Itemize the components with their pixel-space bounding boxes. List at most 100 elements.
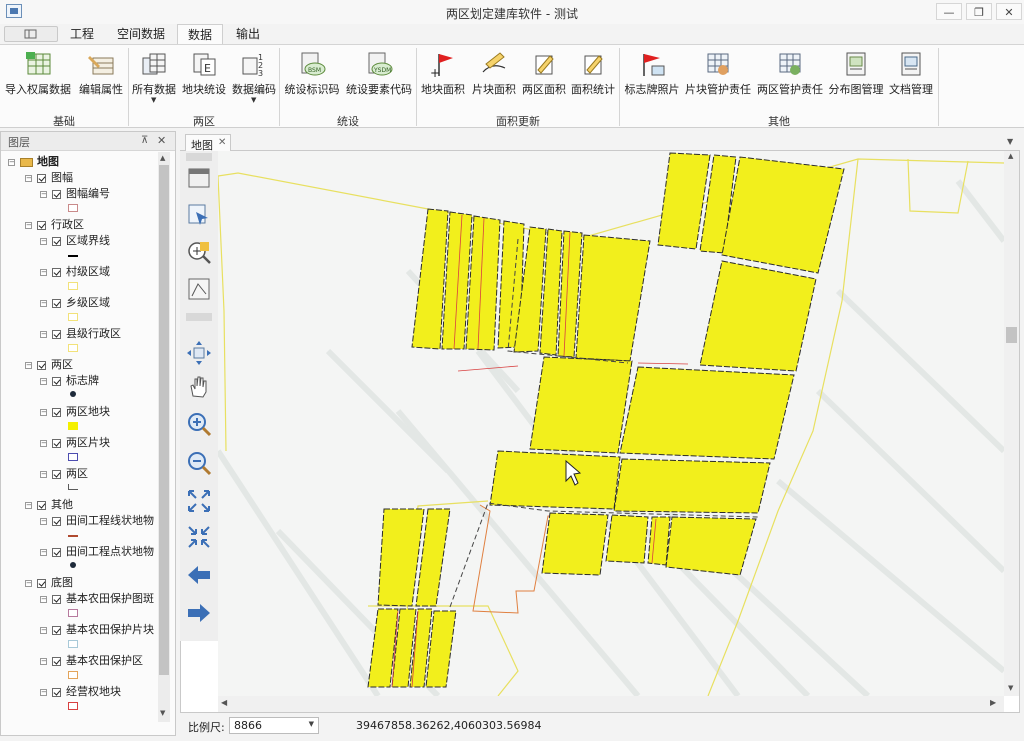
- layer-visibility-checkbox[interactable]: [52, 657, 61, 666]
- scale-select[interactable]: 8866 ▼: [229, 717, 319, 734]
- parcel[interactable]: [575, 234, 651, 362]
- measure-icon[interactable]: [186, 276, 212, 302]
- collapse-icon[interactable]: −: [40, 658, 47, 665]
- map-vertical-scrollbar[interactable]: [1004, 151, 1019, 696]
- tab-project[interactable]: 工程: [62, 24, 102, 44]
- application-menu-button[interactable]: [4, 26, 58, 42]
- layer-visibility-checkbox[interactable]: [52, 377, 61, 386]
- parcel[interactable]: [529, 356, 633, 454]
- parcel[interactable]: [721, 156, 845, 274]
- tab-spatial-data[interactable]: 空间数据: [112, 24, 170, 44]
- layer-item[interactable]: − 两区: [0, 466, 158, 482]
- layer-group[interactable]: − 两区: [0, 357, 158, 373]
- full-extent-icon[interactable]: [186, 165, 212, 191]
- layer-visibility-checkbox[interactable]: [52, 470, 61, 479]
- zoom-in-icon[interactable]: [186, 411, 212, 437]
- zone-duty-button[interactable]: 两区管护责任: [757, 48, 823, 100]
- pan-center-icon[interactable]: [186, 340, 212, 366]
- collapse-icon[interactable]: −: [40, 409, 47, 416]
- collapse-icon[interactable]: −: [40, 238, 47, 245]
- area-stats-button[interactable]: 面积统计: [570, 48, 616, 100]
- layer-visibility-checkbox[interactable]: [52, 299, 61, 308]
- fixed-zoom-in-icon[interactable]: [186, 488, 212, 514]
- layer-item[interactable]: − 图幅编号: [0, 186, 158, 202]
- collapse-icon[interactable]: −: [25, 502, 32, 509]
- map-horizontal-scrollbar[interactable]: [218, 696, 1004, 712]
- edit-attribute-button[interactable]: 编辑属性: [76, 48, 126, 100]
- scroll-up-icon[interactable]: ▲: [160, 154, 165, 162]
- map-scroll-left-icon[interactable]: ◀: [221, 698, 227, 707]
- collapse-icon[interactable]: −: [40, 269, 47, 276]
- map-tab[interactable]: 地图 ✕: [185, 134, 231, 152]
- map-scroll-up-icon[interactable]: ▲: [1008, 152, 1013, 160]
- minimize-button[interactable]: —: [936, 3, 962, 20]
- layer-item[interactable]: − 乡级区域: [0, 295, 158, 311]
- map-tab-dropdown-icon[interactable]: ▼: [1007, 137, 1013, 146]
- zone-area-button[interactable]: 两区面积: [521, 48, 567, 100]
- parcel-area-button[interactable]: + 地块面积: [420, 48, 466, 100]
- layer-visibility-checkbox[interactable]: [52, 237, 61, 246]
- collapse-icon[interactable]: −: [25, 580, 32, 587]
- collapse-icon[interactable]: −: [25, 222, 32, 229]
- tab-output[interactable]: 输出: [228, 24, 268, 44]
- tab-data[interactable]: 数据: [177, 24, 223, 44]
- parcel[interactable]: [489, 450, 621, 510]
- layer-group[interactable]: − 其他: [0, 497, 158, 513]
- layer-item[interactable]: − 田间工程线状地物: [0, 513, 158, 529]
- import-ownership-button[interactable]: 导入权属数据: [5, 48, 71, 100]
- map-scroll-down-icon[interactable]: ▼: [1008, 684, 1013, 692]
- layer-item[interactable]: − 两区地块: [0, 404, 158, 420]
- layer-visibility-checkbox[interactable]: [52, 548, 61, 557]
- pan-hand-icon[interactable]: [186, 374, 212, 400]
- layer-visibility-checkbox[interactable]: [37, 221, 46, 230]
- layer-visibility-checkbox[interactable]: [52, 595, 61, 604]
- map-tab-close-icon[interactable]: ✕: [218, 137, 226, 148]
- layer-item[interactable]: − 标志牌: [0, 373, 158, 389]
- layer-item[interactable]: − 基本农田保护图斑: [0, 591, 158, 607]
- collapse-icon[interactable]: −: [40, 191, 47, 198]
- data-encode-button[interactable]: 1 2 3 数据编码 ▼: [231, 48, 277, 104]
- all-data-button[interactable]: 所有数据 ▼: [131, 48, 177, 104]
- layer-item[interactable]: − 基本农田保护片块: [0, 622, 158, 638]
- collapse-icon[interactable]: −: [40, 549, 47, 556]
- collapse-icon[interactable]: −: [8, 159, 15, 166]
- layer-visibility-checkbox[interactable]: [37, 361, 46, 370]
- collapse-icon[interactable]: −: [40, 518, 47, 525]
- collapse-icon[interactable]: −: [40, 440, 47, 447]
- back-arrow-icon[interactable]: [186, 562, 212, 588]
- layer-item[interactable]: − 村级区域: [0, 264, 158, 280]
- layer-group[interactable]: − 底图: [0, 575, 158, 591]
- layer-visibility-checkbox[interactable]: [52, 626, 61, 635]
- layer-visibility-checkbox[interactable]: [52, 330, 61, 339]
- sign-photo-button[interactable]: 标志牌照片: [624, 48, 680, 100]
- map-canvas[interactable]: [218, 151, 1004, 696]
- scroll-down-icon[interactable]: ▼: [160, 709, 165, 717]
- block-area-button[interactable]: 片块面积: [471, 48, 517, 100]
- layer-item[interactable]: − 两区片块: [0, 435, 158, 451]
- parcel[interactable]: [605, 514, 649, 564]
- parcel[interactable]: [657, 152, 711, 250]
- document-manage-button[interactable]: 文档管理: [888, 48, 934, 100]
- parcel[interactable]: [541, 512, 609, 576]
- panel-close-icon[interactable]: ✕: [157, 134, 166, 147]
- parcel-setting-button[interactable]: E 地块统设: [181, 48, 227, 100]
- map-vscroll-thumb[interactable]: [1006, 327, 1017, 343]
- parcel[interactable]: [619, 366, 795, 460]
- collapse-icon[interactable]: −: [40, 300, 47, 307]
- layer-panel-scroll-thumb[interactable]: [159, 165, 169, 675]
- layer-item[interactable]: − 田间工程点状地物: [0, 544, 158, 560]
- map-manage-button[interactable]: 分布图管理: [828, 48, 884, 100]
- identify-icon[interactable]: [186, 239, 212, 265]
- collapse-icon[interactable]: −: [40, 596, 47, 603]
- layer-item[interactable]: − 基本农田保护区: [0, 653, 158, 669]
- collapse-icon[interactable]: −: [40, 471, 47, 478]
- layer-item[interactable]: − 经营权地块: [0, 684, 158, 700]
- layer-group[interactable]: − 图幅: [0, 170, 158, 186]
- collapse-icon[interactable]: −: [40, 331, 47, 338]
- parcel[interactable]: [699, 260, 817, 372]
- collapse-icon[interactable]: −: [25, 175, 32, 182]
- collapse-icon[interactable]: −: [25, 362, 32, 369]
- collapse-icon[interactable]: −: [40, 627, 47, 634]
- block-duty-button[interactable]: 片块管护责任: [685, 48, 751, 100]
- forward-arrow-icon[interactable]: [186, 600, 212, 626]
